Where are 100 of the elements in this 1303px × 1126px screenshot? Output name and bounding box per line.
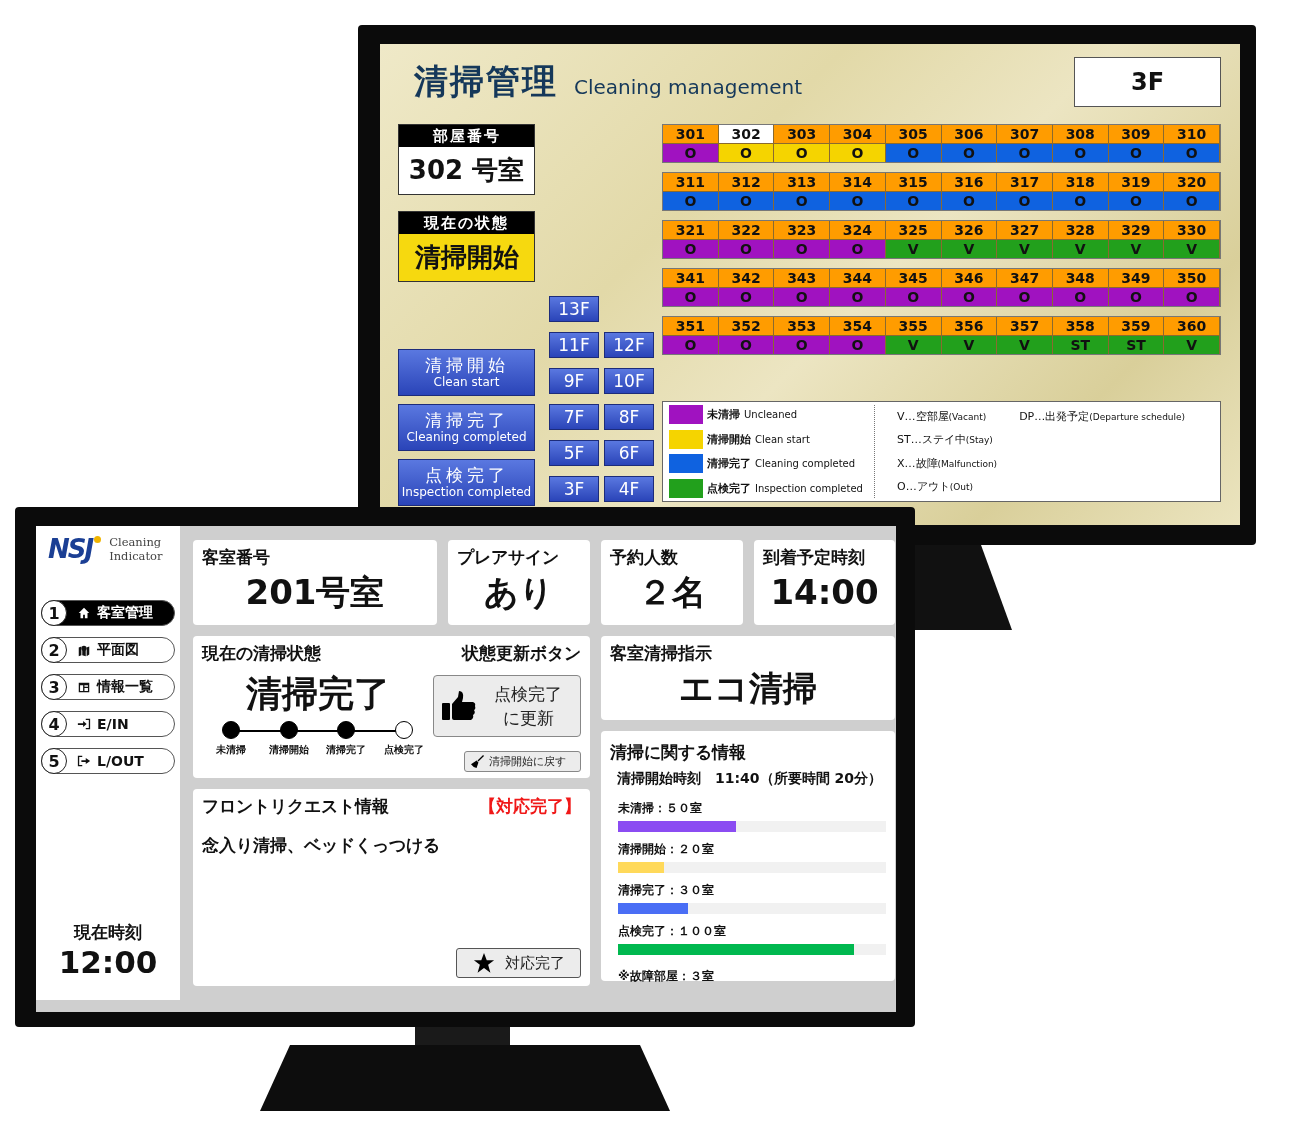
- floor-button[interactable]: 8F: [604, 404, 654, 430]
- room-number-cell[interactable]: 357: [997, 317, 1053, 335]
- floor-button[interactable]: 10F: [604, 368, 654, 394]
- room-number-cell[interactable]: 358: [1052, 317, 1109, 335]
- room-number-cell[interactable]: 326: [941, 221, 998, 239]
- room-number-cell[interactable]: 356: [941, 317, 998, 335]
- room-number-cell[interactable]: 351: [663, 317, 719, 335]
- floor-button[interactable]: 11F: [549, 332, 599, 358]
- room-number-cell[interactable]: 304: [830, 125, 886, 143]
- room-status-cell: O: [774, 287, 831, 306]
- room-number-cell[interactable]: 312: [718, 173, 775, 191]
- step-number: 3: [41, 674, 67, 700]
- room-number-cell[interactable]: 313: [774, 173, 831, 191]
- room-status-cell: O: [941, 143, 998, 162]
- room-number-cell[interactable]: 317: [997, 173, 1053, 191]
- nav-item[interactable]: 1 客室管理: [41, 600, 175, 626]
- card-label: 現在の清掃状態: [202, 642, 322, 665]
- room-number-cell[interactable]: 320: [1164, 173, 1220, 191]
- room-number-cell[interactable]: 355: [885, 317, 942, 335]
- status-action-button[interactable]: 清掃開始 Clean start: [398, 349, 535, 396]
- room-number-cell[interactable]: 302: [718, 125, 775, 143]
- floor-button[interactable]: 6F: [604, 440, 654, 466]
- floor-button[interactable]: 5F: [549, 440, 599, 466]
- step-label: 清掃開始: [268, 743, 309, 757]
- room-number-cell[interactable]: 343: [774, 269, 831, 287]
- room-status-cell: O: [1108, 191, 1165, 210]
- app-name: Cleaning Indicator: [109, 535, 164, 563]
- room-number-cell[interactable]: 353: [774, 317, 831, 335]
- room-status-cell: O: [885, 143, 942, 162]
- room-number-cell[interactable]: 318: [1052, 173, 1109, 191]
- room-number-cell[interactable]: 346: [941, 269, 998, 287]
- room-number-cell[interactable]: 348: [1052, 269, 1109, 287]
- legend-label: 清掃開始: [707, 431, 751, 447]
- floor-button[interactable]: 4F: [604, 476, 654, 502]
- room-number-cell[interactable]: 328: [1052, 221, 1109, 239]
- floor-button[interactable]: 9F: [549, 368, 599, 394]
- room-number-cell[interactable]: 325: [885, 221, 942, 239]
- room-number-cell[interactable]: 303: [774, 125, 831, 143]
- screen-subtitle: Cleaning management: [574, 75, 803, 99]
- room-number: 302 号室: [399, 147, 534, 194]
- room-number-cell[interactable]: 319: [1108, 173, 1165, 191]
- room-number-cell[interactable]: 324: [830, 221, 886, 239]
- room-number-cell[interactable]: 345: [885, 269, 942, 287]
- room-number-cell[interactable]: 354: [830, 317, 886, 335]
- room-number-cell[interactable]: 309: [1108, 125, 1165, 143]
- room-status-cell: V: [885, 335, 942, 354]
- request-done-button[interactable]: 対応完了: [456, 948, 581, 978]
- clock-time: 12:00: [58, 944, 158, 980]
- room-number-cell[interactable]: 329: [1108, 221, 1165, 239]
- room-number-cell[interactable]: 307: [997, 125, 1053, 143]
- card-label: フロントリクエスト情報: [202, 795, 389, 818]
- room-status-cell: V: [1052, 239, 1109, 258]
- room-number-cell[interactable]: 305: [885, 125, 942, 143]
- nav-item[interactable]: 3 情報一覧: [41, 674, 175, 700]
- floor-button[interactable]: 12F: [604, 332, 654, 358]
- nav-item[interactable]: 2 平面図: [41, 637, 175, 663]
- room-number-cell[interactable]: 306: [941, 125, 998, 143]
- room-number-cell[interactable]: 311: [663, 173, 719, 191]
- bar-label: 清掃完了：３０室: [618, 882, 714, 899]
- room-number-cell[interactable]: 359: [1108, 317, 1165, 335]
- room-number-cell[interactable]: 316: [941, 173, 998, 191]
- nav-item[interactable]: 4 E/IN: [41, 711, 175, 737]
- room-number-cell[interactable]: 352: [718, 317, 775, 335]
- thumbs-up-icon: [442, 691, 476, 722]
- card-value: 201号室: [244, 571, 386, 614]
- room-number-cell[interactable]: 314: [830, 173, 886, 191]
- room-status-cell: V: [1164, 335, 1220, 354]
- bar-label: 清掃開始：２０室: [618, 841, 714, 858]
- room-number-cell[interactable]: 349: [1108, 269, 1165, 287]
- room-number-cell[interactable]: 341: [663, 269, 719, 287]
- revert-status-button[interactable]: 清掃開始に戻す: [464, 751, 581, 772]
- room-status-cell: O: [1164, 143, 1220, 162]
- room-status-cell: V: [941, 335, 998, 354]
- floor-button[interactable]: 13F: [549, 296, 599, 322]
- room-number-cell[interactable]: 323: [774, 221, 831, 239]
- room-number-cell[interactable]: 321: [663, 221, 719, 239]
- room-number-cell[interactable]: 308: [1052, 125, 1109, 143]
- room-number-cell[interactable]: 310: [1164, 125, 1220, 143]
- room-number-cell[interactable]: 301: [663, 125, 719, 143]
- room-number-cell[interactable]: 330: [1164, 221, 1220, 239]
- nav-item[interactable]: 5 L/OUT: [41, 748, 175, 774]
- room-status-cell: O: [830, 287, 886, 306]
- status-action-button[interactable]: 点検完了 Inspection completed: [398, 459, 535, 506]
- room-status-cell: O: [718, 191, 775, 210]
- room-number-cell[interactable]: 315: [885, 173, 942, 191]
- room-number-cell[interactable]: 347: [997, 269, 1053, 287]
- update-status-button[interactable]: 点検完了 に更新: [433, 675, 581, 738]
- room-number-cell[interactable]: 350: [1164, 269, 1220, 287]
- room-number-cell[interactable]: 322: [718, 221, 775, 239]
- status-action-button[interactable]: 清掃完了 Cleaning completed: [398, 404, 535, 451]
- room-status-cell: V: [997, 335, 1053, 354]
- floor-button[interactable]: 7F: [549, 404, 599, 430]
- room-number-cell[interactable]: 327: [997, 221, 1053, 239]
- floor-button[interactable]: 3F: [549, 476, 599, 502]
- room-number-cell[interactable]: 344: [830, 269, 886, 287]
- room-status-cell: O: [774, 143, 831, 162]
- room-number-cell[interactable]: 360: [1164, 317, 1220, 335]
- step-number: 5: [41, 748, 67, 774]
- room-number-cell[interactable]: 342: [718, 269, 775, 287]
- room-status-cell: O: [663, 143, 719, 162]
